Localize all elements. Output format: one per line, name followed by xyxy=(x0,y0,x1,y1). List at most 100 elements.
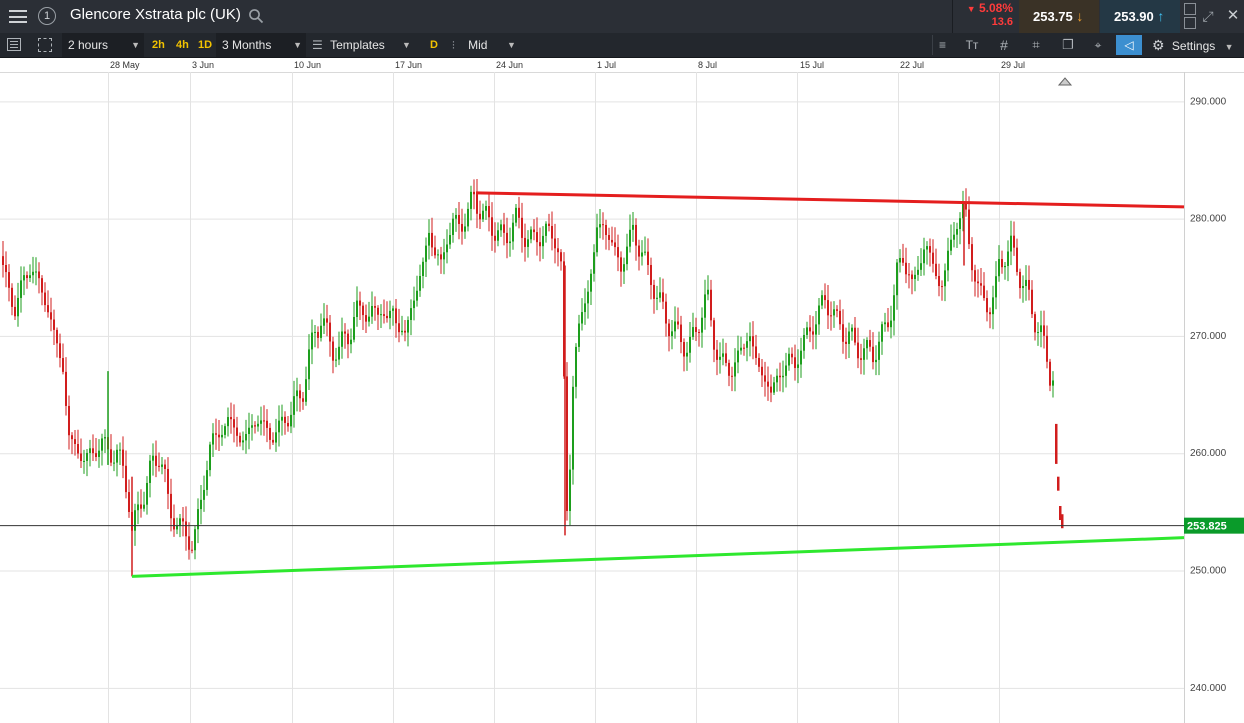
candle-body xyxy=(377,307,379,315)
candle-body xyxy=(338,346,340,360)
candle-body xyxy=(989,312,991,315)
candle-body xyxy=(584,303,586,313)
candle-body xyxy=(719,356,721,360)
candle-body xyxy=(119,449,121,451)
buy-price-button[interactable]: 253.90 ↑ xyxy=(1100,0,1180,33)
settings-button[interactable]: ⚙ Settings ▼ xyxy=(1152,33,1234,59)
candle-body xyxy=(53,319,55,330)
candle-body xyxy=(809,327,811,332)
close-icon[interactable]: ✕ xyxy=(1226,8,1240,24)
price-type-select[interactable]: ⫶ Mid ▼ xyxy=(452,33,518,58)
candle-body xyxy=(176,525,178,530)
buy-price: 253.90 xyxy=(1114,9,1154,24)
window-clone-icon[interactable] xyxy=(1184,17,1196,29)
candle-body xyxy=(596,227,598,253)
window-copy-icon[interactable] xyxy=(1184,3,1196,15)
candle-body xyxy=(695,327,697,333)
interval-select[interactable]: 2 hours ▼ xyxy=(62,33,144,57)
period-select[interactable]: 3 Months ▼ xyxy=(216,33,306,57)
candle-body xyxy=(776,375,778,383)
candle-body xyxy=(146,482,148,505)
indicators-icon[interactable]: ≡ xyxy=(932,35,952,55)
date-tick-label: 8 Jul xyxy=(698,60,718,70)
price-chart[interactable]: 253.825 290.000 280.000 270.000 260.000 250.… xyxy=(0,72,1244,723)
hamburger-menu-icon[interactable] xyxy=(9,10,27,23)
candle-body xyxy=(980,283,982,286)
candle-body xyxy=(113,462,115,464)
candle-body xyxy=(35,271,37,273)
crosshair-tool-icon[interactable]: ⌗ xyxy=(1026,35,1046,55)
candle-body xyxy=(860,358,862,360)
candle-body xyxy=(365,315,367,322)
horizontal-gridlines xyxy=(0,101,1184,689)
candlestick-chart[interactable]: 253.825 290.000 280.000 270.000 260.000 250.… xyxy=(0,72,1244,723)
price-type-value: Mid xyxy=(468,38,488,52)
candle-body xyxy=(335,359,337,361)
candle-body xyxy=(839,310,841,325)
candle-body xyxy=(47,305,49,313)
candle-body xyxy=(683,342,685,357)
candle-body xyxy=(392,308,394,311)
candle-body xyxy=(485,206,487,211)
trendlines[interactable] xyxy=(131,191,1185,578)
date-tick-label: 1 Jul xyxy=(597,60,617,70)
candle-body xyxy=(536,232,538,243)
candle-body xyxy=(332,341,334,361)
d-toggle[interactable]: D xyxy=(430,33,438,57)
candle-body xyxy=(857,342,859,359)
candle-body xyxy=(785,365,787,376)
candle-body xyxy=(158,465,160,467)
candle-body xyxy=(212,433,214,445)
grid-icon[interactable]: # xyxy=(994,35,1014,55)
text-tool-icon[interactable]: Tт xyxy=(962,35,982,55)
candle-body xyxy=(773,382,775,393)
search-icon[interactable] xyxy=(248,8,264,24)
candle-body xyxy=(470,191,472,209)
candle-body xyxy=(806,327,808,335)
candle-body xyxy=(182,518,184,522)
candle-body xyxy=(731,375,733,377)
expand-icon[interactable]: ⤢ xyxy=(1200,8,1216,24)
candle-body xyxy=(908,274,910,276)
price-label-icon[interactable]: ◁ xyxy=(1116,35,1142,55)
candle-body xyxy=(326,318,328,323)
quick-interval-2h[interactable]: 2h xyxy=(152,33,165,57)
candle-body xyxy=(827,300,829,316)
candle-body xyxy=(665,301,667,324)
quick-interval-1d[interactable]: 1D xyxy=(198,33,212,57)
quick-interval-4h[interactable]: 4h xyxy=(176,33,189,57)
sell-price-button[interactable]: 253.75 ↓ xyxy=(1019,0,1099,33)
candle-body xyxy=(56,329,58,344)
list-view-icon[interactable] xyxy=(7,38,21,51)
candle-body xyxy=(635,224,637,246)
candle-body xyxy=(437,254,439,256)
candle-body xyxy=(380,314,382,316)
candle-body xyxy=(878,341,880,360)
layout-grid-icon[interactable] xyxy=(38,38,52,52)
candle-body xyxy=(965,203,967,210)
candle-body xyxy=(116,449,118,463)
candle-body xyxy=(293,396,295,415)
templates-select[interactable]: ☰ Templates ▼ xyxy=(312,33,416,57)
candle-body xyxy=(893,295,895,321)
candle-body xyxy=(329,322,331,342)
scroll-marker-icon[interactable] xyxy=(1057,77,1073,86)
candle-body xyxy=(647,251,649,265)
candle-body xyxy=(197,509,199,530)
window-number-badge[interactable]: 1 xyxy=(38,7,56,25)
candle-body xyxy=(227,417,229,427)
instrument-title[interactable]: Glencore Xstrata plc (UK) xyxy=(70,6,241,23)
trend-tool-icon[interactable]: ⌖ xyxy=(1088,35,1108,55)
candle-body xyxy=(8,272,10,288)
candle-body xyxy=(746,341,748,348)
candle-body xyxy=(890,320,892,328)
candle-body xyxy=(29,275,31,279)
candle-body xyxy=(659,292,661,298)
templates-icon: ☰ xyxy=(312,38,323,52)
candle-body xyxy=(701,317,703,333)
candle-body xyxy=(263,420,265,422)
candle-body xyxy=(200,499,202,510)
candle-body xyxy=(83,460,85,462)
layers-icon[interactable]: ❐ xyxy=(1058,35,1078,55)
candle-body xyxy=(734,362,736,377)
